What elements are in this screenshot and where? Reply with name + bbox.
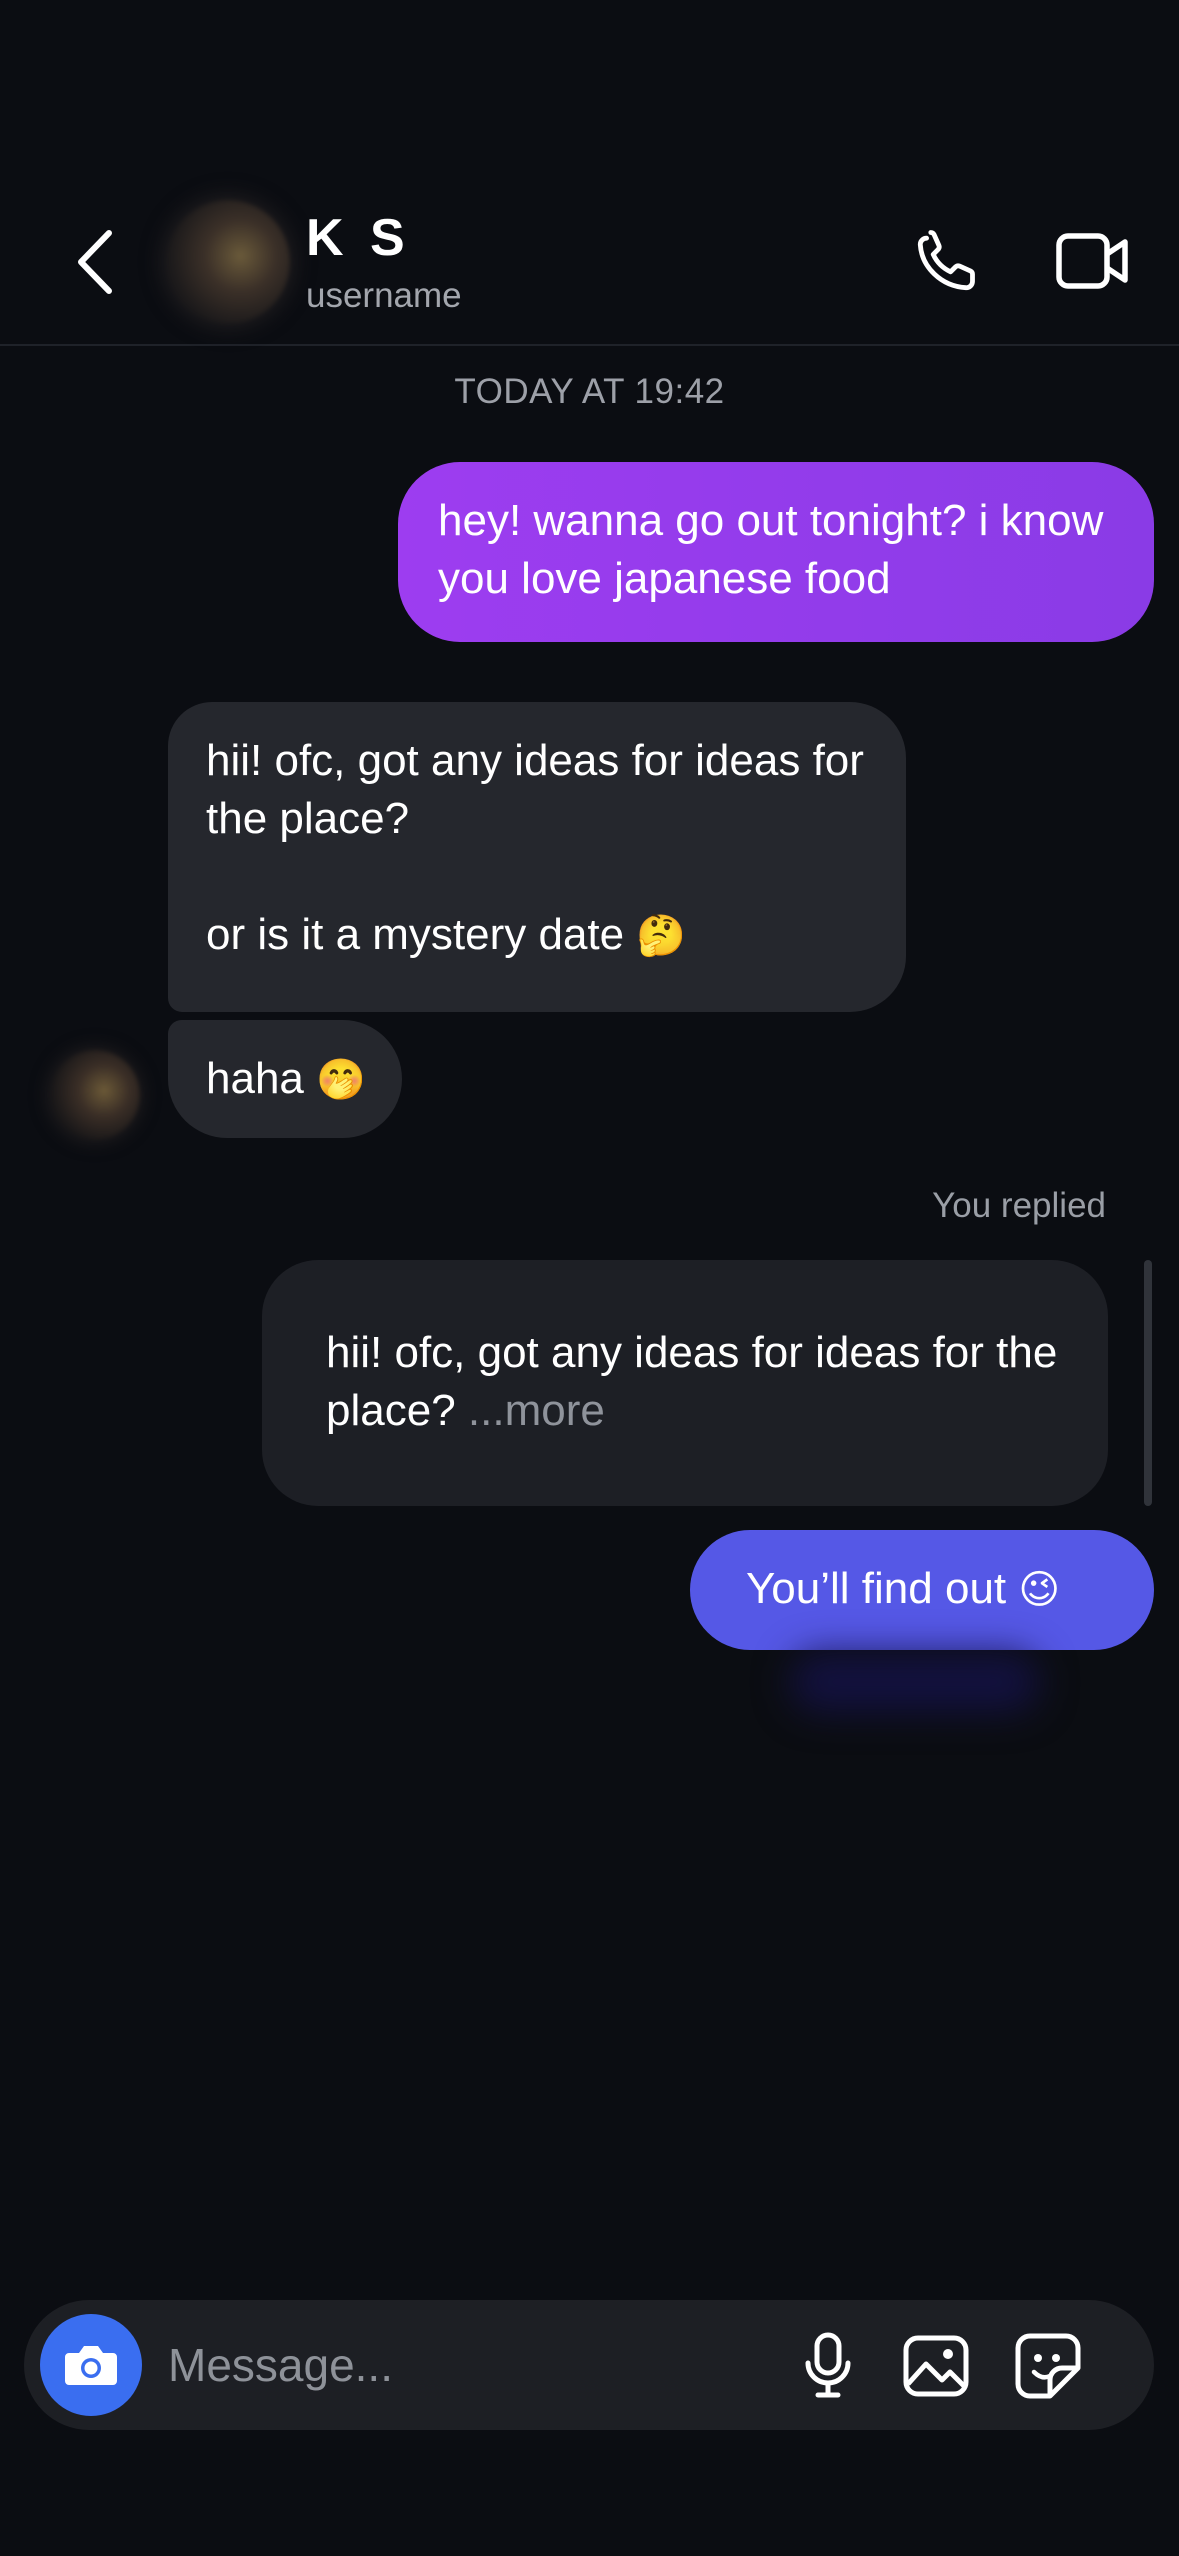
blurred-reaction	[790, 1652, 1040, 1712]
message-composer	[24, 2300, 1154, 2430]
contact-username[interactable]: username	[306, 276, 462, 316]
message-text: haha	[206, 1054, 304, 1103]
sticker-button[interactable]	[1006, 2324, 1090, 2408]
reply-label: You replied	[932, 1186, 1106, 1225]
audio-call-button[interactable]	[906, 220, 988, 302]
message-text: hii! ofc, got any ideas for ideas for th…	[206, 736, 864, 843]
incoming-message[interactable]: haha 🤭	[168, 1020, 402, 1138]
camera-icon	[65, 2346, 117, 2385]
voice-message-button[interactable]	[786, 2324, 870, 2408]
message-text: You’ll find out	[746, 1564, 1007, 1613]
phone-icon	[917, 230, 975, 291]
thinking-emoji: 🤔	[636, 913, 687, 959]
quoted-text: hii! ofc, got any ideas for ideas for th…	[326, 1328, 1058, 1435]
message-text-line2: or is it a mystery date 🤔	[206, 906, 886, 965]
chevron-left-icon	[78, 230, 112, 294]
image-icon	[903, 2335, 969, 2397]
outgoing-message[interactable]: hey! wanna go out tonight? i know you lo…	[398, 462, 1154, 642]
contact-name[interactable]: K S	[306, 208, 411, 268]
contact-avatar[interactable]	[166, 200, 290, 324]
message-text-segment: or is it a mystery date	[206, 910, 625, 959]
video-camera-icon	[1056, 233, 1128, 289]
sender-avatar[interactable]	[50, 1050, 140, 1140]
quoted-message[interactable]: hii! ofc, got any ideas for ideas for th…	[262, 1260, 1108, 1506]
message-input[interactable]	[168, 2334, 768, 2396]
camera-button[interactable]	[40, 2314, 142, 2416]
chat-header: K S username	[0, 180, 1179, 346]
outgoing-message[interactable]: You’ll find out 😉	[690, 1530, 1154, 1650]
winking-emoji: 😉	[1018, 1567, 1061, 1613]
sticker-icon	[1015, 2333, 1081, 2399]
microphone-icon	[805, 2332, 851, 2398]
more-link[interactable]: ...more	[468, 1386, 605, 1435]
incoming-message[interactable]: hii! ofc, got any ideas for ideas for th…	[168, 702, 906, 1012]
video-call-button[interactable]	[1052, 220, 1134, 302]
hand-over-mouth-emoji: 🤭	[316, 1057, 366, 1103]
chat-timestamp: TODAY AT 19:42	[454, 372, 725, 411]
gallery-button[interactable]	[894, 2324, 978, 2408]
back-button[interactable]	[60, 220, 130, 304]
reply-indicator-bar	[1144, 1260, 1152, 1506]
message-text: hey! wanna go out tonight? i know you lo…	[438, 496, 1104, 603]
